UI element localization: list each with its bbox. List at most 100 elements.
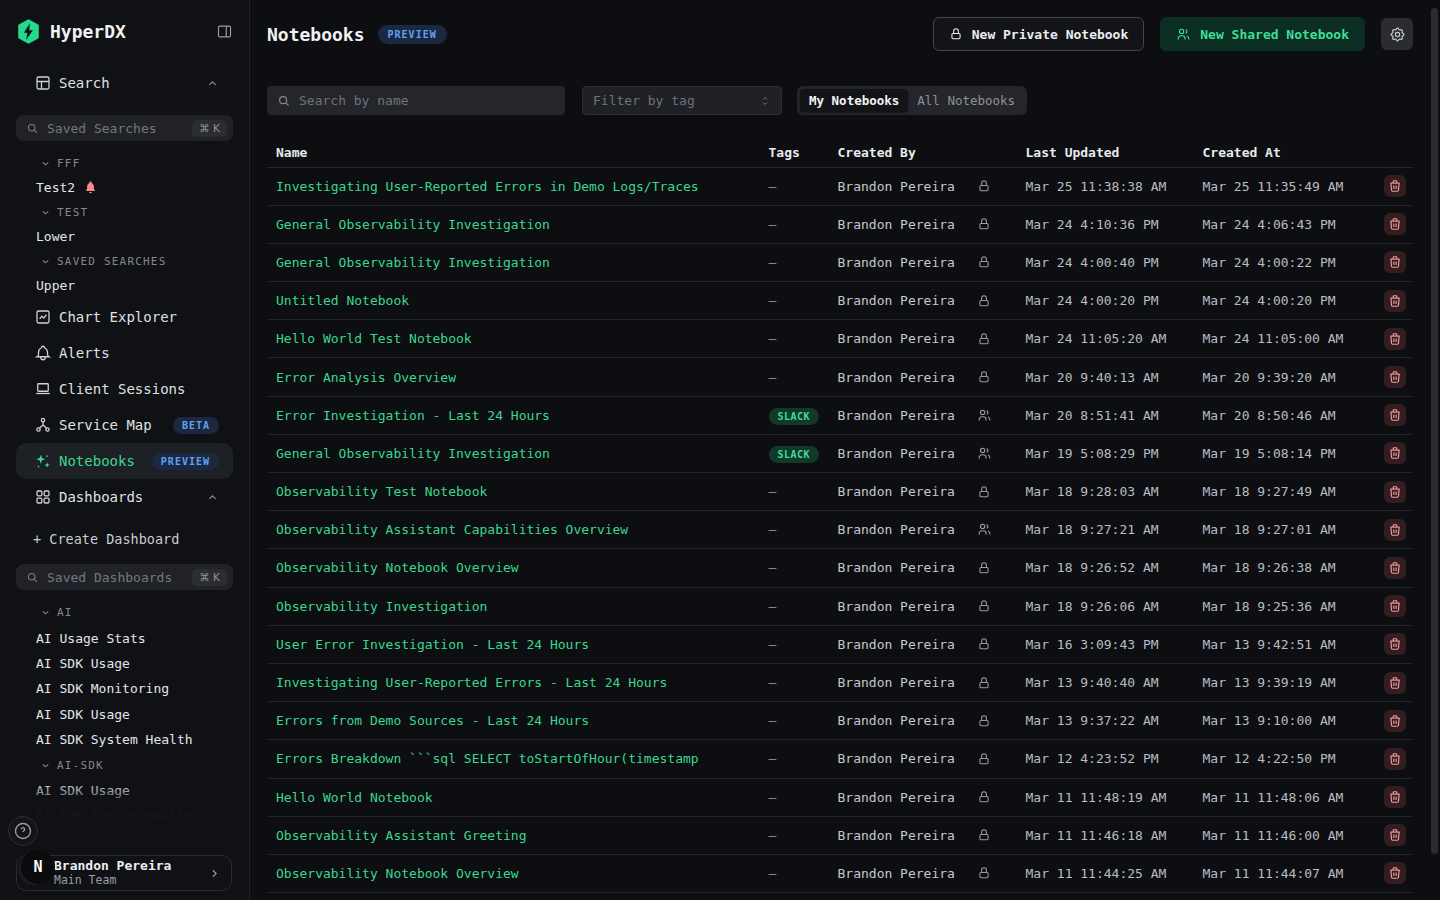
column-header-created-at[interactable]: Created At: [1193, 138, 1374, 167]
tree-item[interactable]: AI SDK Monitoring: [16, 676, 233, 701]
tree-item[interactable]: Test2: [16, 176, 233, 201]
create-dashboard-button[interactable]: + Create Dashboard: [16, 527, 233, 551]
notebook-link[interactable]: Observability Test Notebook: [276, 484, 487, 499]
delete-notebook-button[interactable]: [1384, 710, 1406, 732]
tree-item[interactable]: AI SDK System Health: [16, 727, 233, 752]
delete-notebook-button[interactable]: [1384, 328, 1406, 350]
tree-item[interactable]: AI Usage Stats: [16, 625, 233, 650]
tab-my-notebooks[interactable]: My Notebooks: [800, 89, 908, 112]
notebook-link[interactable]: Error Investigation - Last 24 Hours: [276, 408, 550, 423]
delete-notebook-button[interactable]: [1384, 175, 1406, 197]
notebook-link[interactable]: General Observability Investigation: [276, 255, 550, 270]
notebook-link[interactable]: Investigating User-Reported Errors in De…: [276, 179, 699, 194]
tree-group-header[interactable]: SAVED SEARCHES: [16, 249, 233, 274]
sidebar-item-service-map[interactable]: Service MapBETA: [16, 407, 233, 443]
table-row: Investigating User-Reported Errors - Las…: [267, 663, 1413, 701]
notebook-link[interactable]: Observability Notebook Overview: [276, 866, 519, 881]
chevron-right-icon: [208, 867, 221, 880]
tags-cell: —: [759, 320, 828, 358]
tree-group-header[interactable]: AI: [16, 600, 233, 625]
tree-item[interactable]: AI SDK Usage: [16, 651, 233, 676]
tree-group-header[interactable]: FFF: [16, 151, 233, 176]
tree-item[interactable]: AI SDK System Health: [16, 803, 233, 822]
created-by-cell: Brandon Pereira: [828, 396, 1016, 434]
notebook-link[interactable]: Error Analysis Overview: [276, 370, 456, 385]
delete-notebook-button[interactable]: [1384, 404, 1406, 426]
delete-notebook-button[interactable]: [1384, 213, 1406, 235]
delete-notebook-button[interactable]: [1384, 595, 1406, 617]
saved-searches-input[interactable]: Saved Searches ⌘ K: [16, 115, 233, 141]
actions-cell: [1374, 663, 1413, 701]
delete-notebook-button[interactable]: [1384, 672, 1406, 694]
column-header-name[interactable]: Name: [267, 138, 759, 167]
notebook-name-cell: Error Investigation - Last 24 Hours: [267, 396, 759, 434]
tree-item[interactable]: AI SDK Usage: [16, 702, 233, 727]
tree-group-header[interactable]: TEST: [16, 200, 233, 225]
sidebar-item-search[interactable]: Search: [16, 65, 233, 101]
created-by: Brandon Pereira: [838, 446, 1016, 461]
user-card[interactable]: N Brandon Pereira Main Team: [16, 855, 232, 891]
delete-notebook-button[interactable]: [1384, 862, 1406, 884]
created-by-cell: Brandon Pereira: [828, 358, 1016, 396]
chevron-up-icon[interactable]: [206, 77, 219, 90]
delete-notebook-button[interactable]: [1384, 748, 1406, 770]
created-by-cell: Brandon Pereira: [828, 778, 1016, 816]
notebook-link[interactable]: Observability Assistant Greeting: [276, 828, 526, 843]
search-by-name-input[interactable]: Search by name: [267, 86, 565, 115]
input-placeholder: Saved Searches: [47, 121, 192, 136]
notebook-link[interactable]: Hello World Notebook: [276, 790, 433, 805]
trash-icon: [1388, 294, 1402, 308]
sidebar-item-chart-explorer[interactable]: Chart Explorer: [16, 299, 233, 335]
saved-dashboards-input[interactable]: Saved Dashboards ⌘ K: [16, 564, 233, 590]
scrollbar-thumb[interactable]: [1431, 8, 1438, 854]
filter-by-tag-select[interactable]: Filter by tag: [582, 86, 782, 115]
column-header-last-updated[interactable]: Last Updated: [1016, 138, 1193, 167]
tree-item[interactable]: Lower: [16, 225, 233, 250]
delete-notebook-button[interactable]: [1384, 442, 1406, 464]
sidebar-item-dashboards[interactable]: Dashboards: [16, 479, 233, 515]
notebook-link[interactable]: General Observability Investigation: [276, 217, 550, 232]
delete-notebook-button[interactable]: [1384, 481, 1406, 503]
column-header-tags[interactable]: Tags: [759, 138, 828, 167]
delete-notebook-button[interactable]: [1384, 519, 1406, 541]
settings-button[interactable]: [1381, 18, 1413, 50]
sidebar-item-notebooks[interactable]: NotebooksPREVIEW: [16, 443, 233, 479]
delete-notebook-button[interactable]: [1384, 366, 1406, 388]
delete-notebook-button[interactable]: [1384, 557, 1406, 579]
notebook-link[interactable]: Errors Breakdown ```sql SELECT toStartOf…: [276, 751, 699, 766]
help-button[interactable]: [8, 816, 38, 846]
notebook-link[interactable]: Untitled Notebook: [276, 293, 409, 308]
sidebar-collapse-icon[interactable]: [216, 23, 233, 40]
notebook-link[interactable]: General Observability Investigation: [276, 446, 550, 461]
created-at-cell: Mar 13 9:39:19 AM: [1193, 663, 1374, 701]
notebook-name-cell: Errors Breakdown ```sql SELECT toStartOf…: [267, 740, 759, 778]
delete-notebook-button[interactable]: [1384, 633, 1406, 655]
trash-icon: [1388, 676, 1402, 690]
delete-notebook-button[interactable]: [1384, 824, 1406, 846]
table-row: Error Investigation - Last 24 HoursSLACK…: [267, 396, 1413, 434]
notebook-link[interactable]: Errors from Demo Sources - Last 24 Hours: [276, 713, 589, 728]
delete-notebook-button[interactable]: [1384, 290, 1406, 312]
delete-notebook-button[interactable]: [1384, 786, 1406, 808]
created-by: Brandon Pereira: [838, 331, 1016, 346]
sidebar-item-alerts[interactable]: Alerts: [16, 335, 233, 371]
notebook-link[interactable]: User Error Investigation - Last 24 Hours: [276, 637, 589, 652]
tree-group-label: AI-SDK: [57, 759, 104, 772]
notebook-link[interactable]: Investigating User-Reported Errors - Las…: [276, 675, 667, 690]
notebook-link[interactable]: Observability Notebook Overview: [276, 560, 519, 575]
tree-item[interactable]: AI SDK Usage: [16, 778, 233, 803]
notebook-link[interactable]: Observability Investigation: [276, 599, 487, 614]
created-by: Brandon Pereira: [838, 675, 1016, 690]
tree-item[interactable]: Upper: [16, 274, 233, 299]
delete-notebook-button[interactable]: [1384, 251, 1406, 273]
chevron-up-icon[interactable]: [206, 491, 219, 504]
tree-item-label: AI SDK Usage: [36, 656, 130, 671]
new-shared-notebook-button[interactable]: New Shared Notebook: [1160, 17, 1365, 51]
new-private-notebook-button[interactable]: New Private Notebook: [933, 17, 1145, 51]
notebook-link[interactable]: Hello World Test Notebook: [276, 331, 472, 346]
tree-group-header[interactable]: AI-SDK: [16, 752, 233, 777]
sidebar-item-client-sessions[interactable]: Client Sessions: [16, 371, 233, 407]
notebook-link[interactable]: Observability Assistant Capabilities Ove…: [276, 522, 628, 537]
tab-all-notebooks[interactable]: All Notebooks: [908, 89, 1024, 112]
column-header-created-by[interactable]: Created By: [828, 138, 1016, 167]
